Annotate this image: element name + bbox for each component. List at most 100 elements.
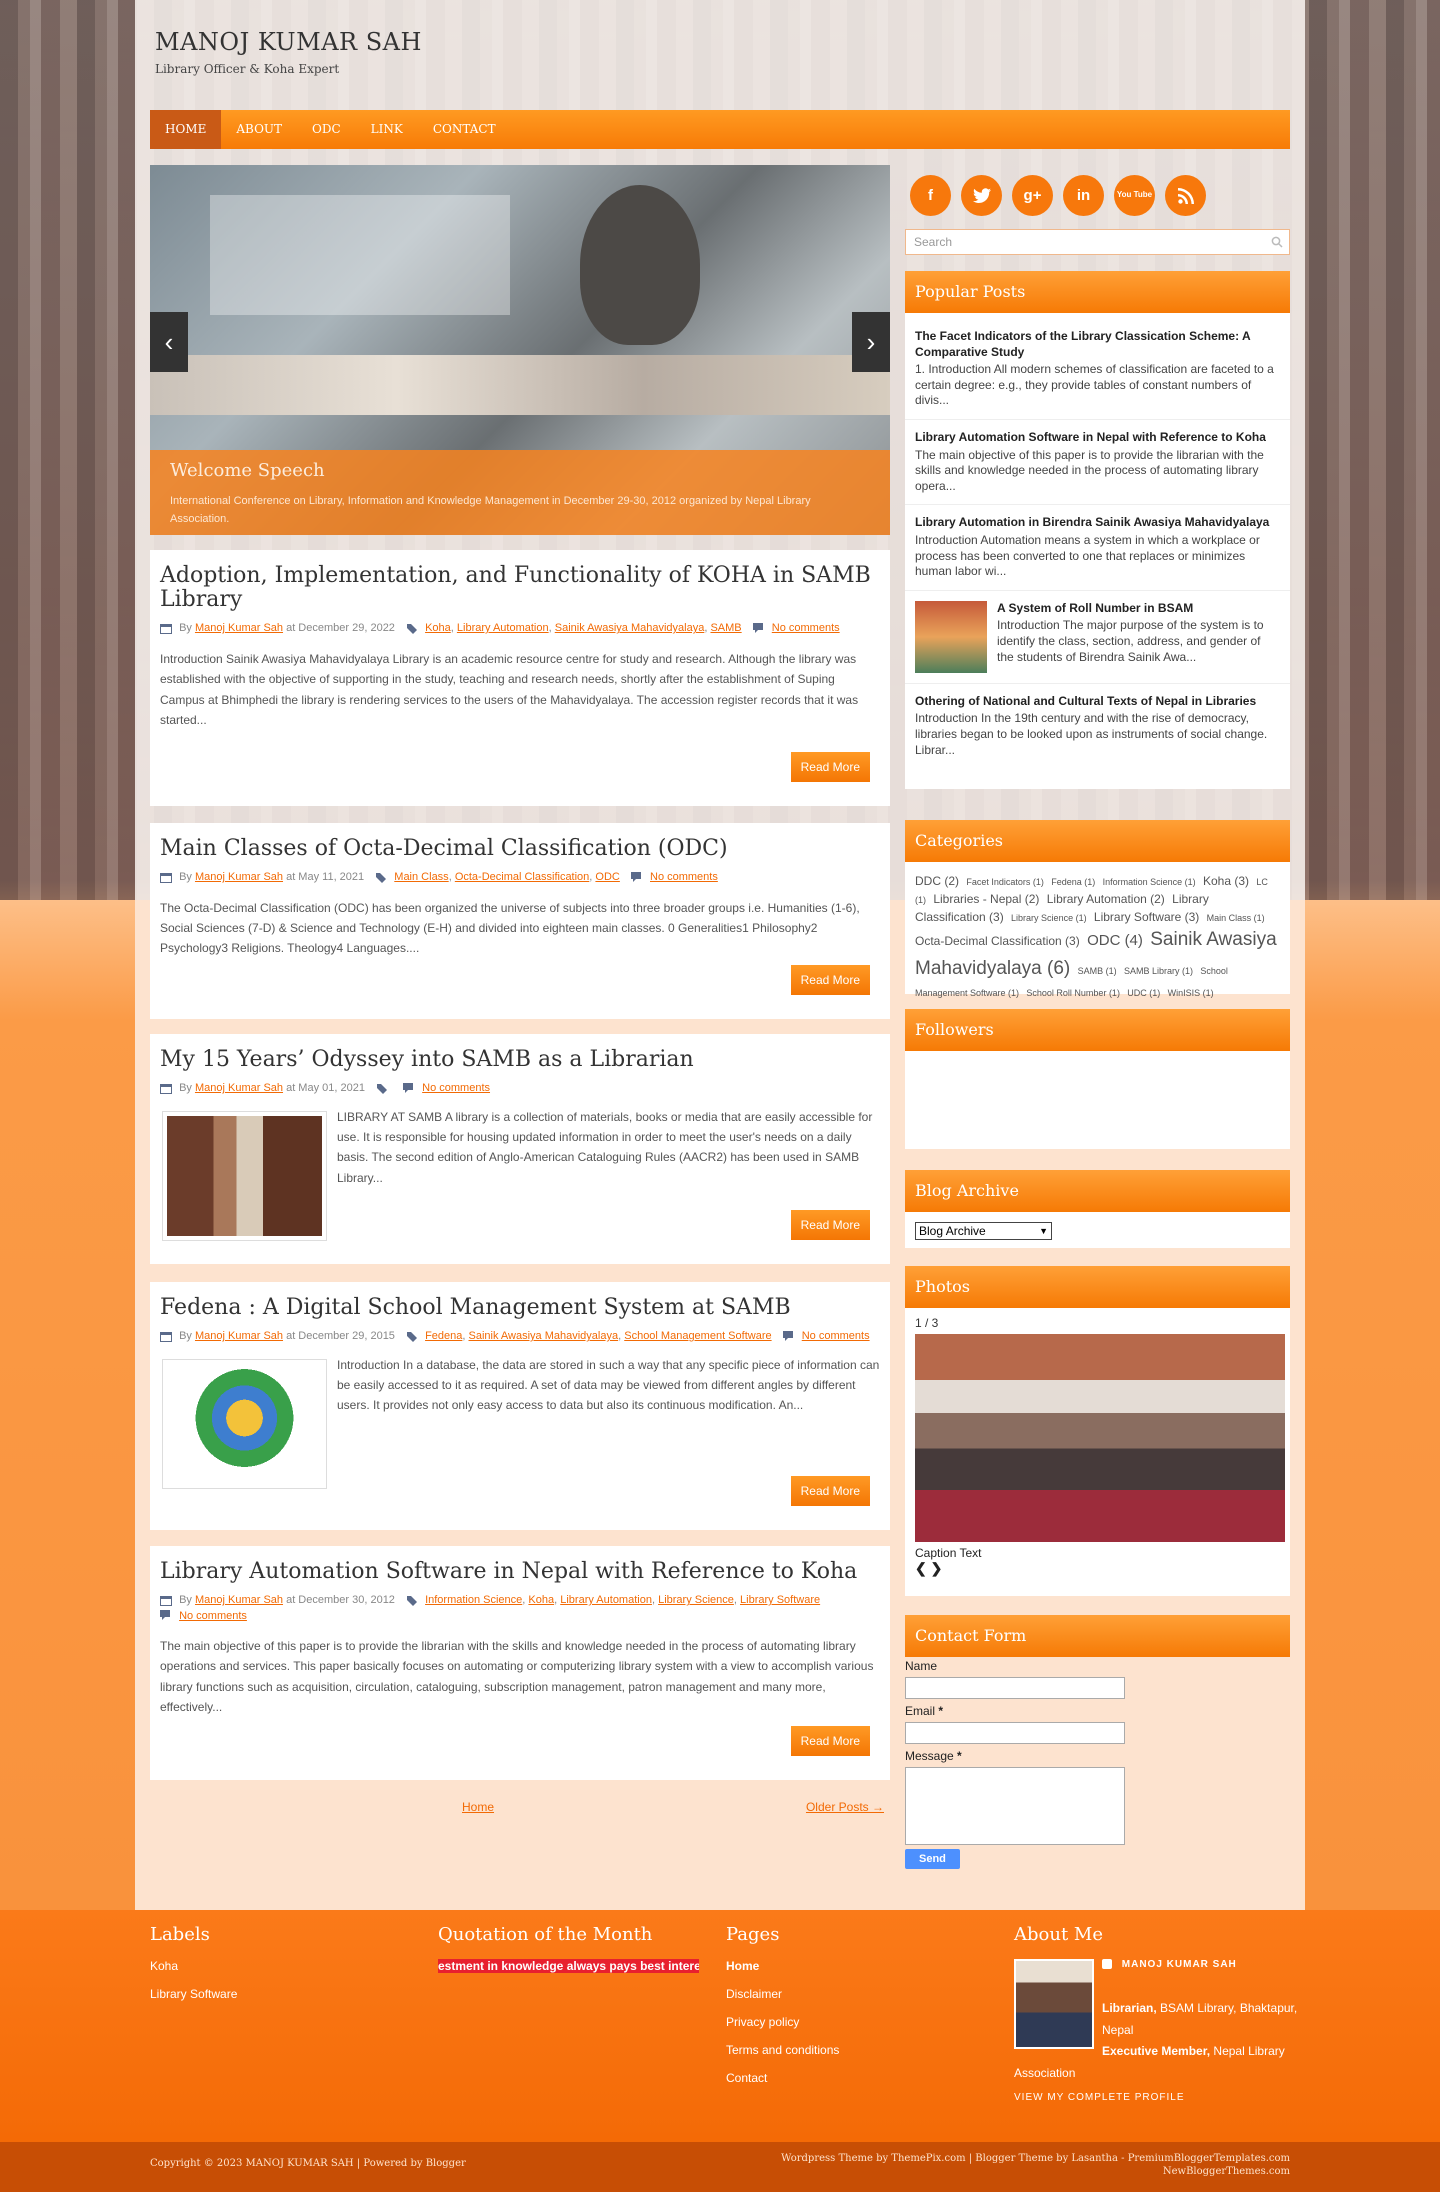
post-comments[interactable]: No comments xyxy=(772,622,840,634)
read-more-button[interactable]: Read More xyxy=(790,752,870,782)
popular-post-title[interactable]: The Facet Indicators of the Library Clas… xyxy=(915,329,1280,360)
facebook-icon[interactable]: f xyxy=(910,175,951,216)
read-more-button[interactable]: Read More xyxy=(790,1210,870,1240)
category-link[interactable]: Libraries - Nepal (2) xyxy=(933,892,1039,906)
popular-post-title[interactable]: Library Automation Software in Nepal wit… xyxy=(915,430,1280,446)
nav-link[interactable]: LINK xyxy=(356,110,418,149)
category-link[interactable]: Library Automation (2) xyxy=(1047,892,1165,906)
post-label[interactable]: Library Science xyxy=(658,1594,734,1606)
slider-next-button[interactable]: › xyxy=(852,312,890,372)
read-more-button[interactable]: Read More xyxy=(790,965,870,995)
post-comments[interactable]: No comments xyxy=(802,1330,870,1342)
slideshow-photo[interactable] xyxy=(915,1334,1285,1542)
post-author[interactable]: Manoj Kumar Sah xyxy=(195,1330,283,1342)
pager-home-link[interactable]: Home xyxy=(462,1800,494,1814)
footer-page-link[interactable]: Terms and conditions xyxy=(726,2043,839,2057)
category-link[interactable]: Fedena (1) xyxy=(1051,877,1095,887)
post-author[interactable]: Manoj Kumar Sah xyxy=(195,622,283,634)
popular-post-title[interactable]: Othering of National and Cultural Texts … xyxy=(915,694,1280,710)
post-title[interactable]: My 15 Years’ Odyssey into SAMB as a Libr… xyxy=(160,1047,880,1072)
archive-select[interactable]: Blog Archive ▼ xyxy=(915,1222,1052,1240)
post-thumbnail[interactable] xyxy=(162,1358,327,1489)
popular-post-item[interactable]: Library Automation in Birendra Sainik Aw… xyxy=(905,505,1290,591)
category-link[interactable]: Information Science (1) xyxy=(1103,877,1196,887)
read-more-button[interactable]: Read More xyxy=(790,1726,870,1756)
popular-post-title[interactable]: A System of Roll Number in BSAM xyxy=(997,601,1280,617)
post-label[interactable]: Koha xyxy=(528,1594,554,1606)
footer-page-link[interactable]: Contact xyxy=(726,2071,839,2085)
post-title[interactable]: Library Automation Software in Nepal wit… xyxy=(160,1559,880,1584)
send-button[interactable]: Send xyxy=(905,1849,960,1869)
featured-slider[interactable]: ‹ › Welcome Speech International Confere… xyxy=(150,165,890,535)
footer-page-link[interactable]: Disclaimer xyxy=(726,1987,839,2001)
category-link[interactable]: Library Software (3) xyxy=(1094,910,1199,924)
post-author[interactable]: Manoj Kumar Sah xyxy=(195,1082,283,1094)
theme-credit-line2[interactable]: NewBloggerThemes.com xyxy=(781,2166,1290,2177)
post-label[interactable]: Sainik Awasiya Mahavidyalaya xyxy=(469,1330,619,1342)
linkedin-icon[interactable]: in xyxy=(1063,175,1104,216)
contact-email-field[interactable] xyxy=(905,1722,1125,1744)
category-link[interactable]: Koha (3) xyxy=(1203,874,1249,888)
nav-contact[interactable]: CONTACT xyxy=(418,110,511,149)
post-thumbnail[interactable] xyxy=(162,1110,327,1241)
google-plus-icon[interactable]: g+ xyxy=(1012,175,1053,216)
category-link[interactable]: WinISIS (1) xyxy=(1168,988,1214,998)
site-title[interactable]: MANOJ KUMAR SAH xyxy=(155,28,422,56)
category-link[interactable]: ODC (4) xyxy=(1087,932,1143,949)
post-comments[interactable]: No comments xyxy=(650,871,718,883)
post-title[interactable]: Adoption, Implementation, and Functional… xyxy=(160,563,880,612)
post-author[interactable]: Manoj Kumar Sah xyxy=(195,871,283,883)
youtube-icon[interactable]: You Tube xyxy=(1114,175,1155,216)
contact-name-field[interactable] xyxy=(905,1677,1125,1699)
category-link[interactable]: Library Science (1) xyxy=(1011,913,1087,923)
popular-post-title[interactable]: Library Automation in Birendra Sainik Aw… xyxy=(915,515,1280,531)
twitter-icon[interactable] xyxy=(961,175,1002,216)
post-label[interactable]: ODC xyxy=(595,871,619,883)
category-link[interactable]: Main Class (1) xyxy=(1207,913,1265,923)
nav-home[interactable]: HOME xyxy=(150,110,222,149)
category-link[interactable]: Octa-Decimal Classification (3) xyxy=(915,934,1080,948)
category-link[interactable]: SAMB (1) xyxy=(1078,966,1117,976)
theme-credit-line1[interactable]: Wordpress Theme by ThemePix.com | Blogge… xyxy=(781,2153,1290,2164)
category-link[interactable]: DDC (2) xyxy=(915,874,959,888)
popular-post-item[interactable]: Othering of National and Cultural Texts … xyxy=(905,684,1290,768)
rss-icon[interactable] xyxy=(1165,175,1206,216)
category-link[interactable]: Facet Indicators (1) xyxy=(966,877,1044,887)
footer-page-link-home[interactable]: Home xyxy=(726,1959,839,1973)
post-label[interactable]: Octa-Decimal Classification xyxy=(455,871,589,883)
footer-label-link[interactable]: Library Software xyxy=(150,1987,237,2001)
post-label[interactable]: Library Automation xyxy=(560,1594,652,1606)
post-label[interactable]: Fedena xyxy=(425,1330,462,1342)
search-icon[interactable] xyxy=(1271,236,1283,248)
profile-name[interactable]: MANOJ KUMAR SAH xyxy=(1122,1959,1237,1970)
popular-post-item[interactable]: Library Automation Software in Nepal wit… xyxy=(905,420,1290,506)
post-label[interactable]: Library Automation xyxy=(457,622,549,634)
nav-odc[interactable]: ODC xyxy=(297,110,356,149)
footer-page-link[interactable]: Privacy policy xyxy=(726,2015,839,2029)
post-label[interactable]: SAMB xyxy=(710,622,741,634)
avatar[interactable] xyxy=(1014,1959,1094,2049)
footer-label-link[interactable]: Koha xyxy=(150,1959,237,1973)
read-more-button[interactable]: Read More xyxy=(790,1476,870,1506)
popular-post-item[interactable]: The Facet Indicators of the Library Clas… xyxy=(905,313,1290,420)
pager-older-link[interactable]: Older Posts → xyxy=(806,1800,884,1814)
contact-message-field[interactable] xyxy=(905,1767,1125,1845)
popular-post-item[interactable]: A System of Roll Number in BSAM Introduc… xyxy=(905,591,1290,684)
post-label[interactable]: Main Class xyxy=(394,871,448,883)
post-title[interactable]: Fedena : A Digital School Management Sys… xyxy=(160,1295,880,1320)
post-label[interactable]: Information Science xyxy=(425,1594,522,1606)
post-title[interactable]: Main Classes of Octa-Decimal Classificat… xyxy=(160,836,880,861)
nav-about[interactable]: ABOUT xyxy=(221,110,297,149)
post-comments[interactable]: No comments xyxy=(422,1082,490,1094)
post-label[interactable]: Koha xyxy=(425,622,451,634)
post-label[interactable]: School Management Software xyxy=(624,1330,771,1342)
slide-title[interactable]: Welcome Speech xyxy=(170,460,870,481)
search-input[interactable]: Search xyxy=(905,229,1290,255)
post-label[interactable]: Sainik Awasiya Mahavidyalaya xyxy=(555,622,705,634)
post-author[interactable]: Manoj Kumar Sah xyxy=(195,1594,283,1606)
slider-prev-button[interactable]: ‹ xyxy=(150,312,188,372)
category-link[interactable]: SAMB Library (1) xyxy=(1124,966,1193,976)
view-profile-link[interactable]: VIEW MY COMPLETE PROFILE xyxy=(1014,2092,1304,2103)
popular-post-thumbnail[interactable] xyxy=(915,600,987,673)
category-link[interactable]: UDC (1) xyxy=(1127,988,1160,998)
